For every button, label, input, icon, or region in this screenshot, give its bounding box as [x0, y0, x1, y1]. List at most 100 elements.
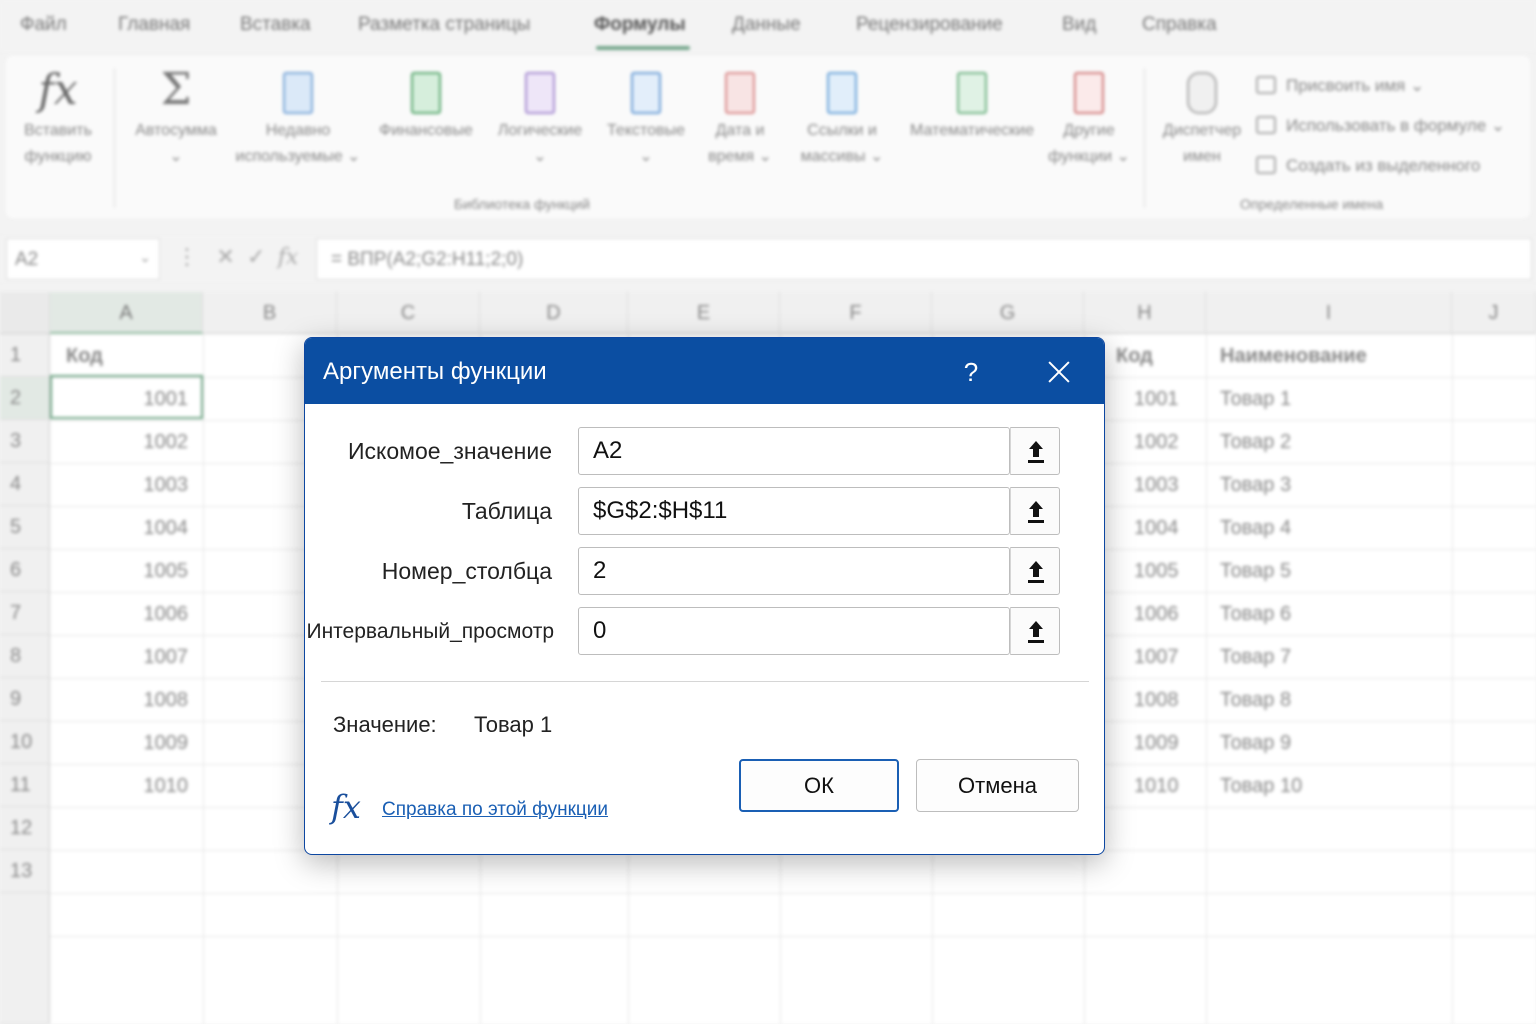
name-manager-button[interactable]: Диспетчер имен [1156, 66, 1248, 170]
recently-used-button[interactable]: Недавно используемые ⌄ [232, 66, 364, 170]
tab-file[interactable]: Файл [20, 14, 67, 36]
row-header-1[interactable]: 1 [0, 334, 50, 377]
cell-i9[interactable]: Товар 8 [1220, 679, 1291, 722]
insert-function-button[interactable]: fx Вставить функцию [18, 66, 98, 170]
cell-i5[interactable]: Товар 4 [1220, 507, 1291, 550]
cell-a10[interactable]: 1009 [50, 722, 189, 765]
col-index-input[interactable] [578, 547, 1010, 595]
row-header-13[interactable]: 13 [0, 850, 50, 893]
collapse-dialog-button[interactable] [1010, 547, 1060, 595]
cell-i7[interactable]: Товар 6 [1220, 593, 1291, 636]
column-header-h[interactable]: H [1084, 292, 1206, 334]
grid-line [1452, 334, 1453, 1024]
tab-view[interactable]: Вид [1062, 14, 1096, 36]
select-all-corner[interactable] [0, 292, 50, 334]
row-header-4[interactable]: 4 [0, 463, 50, 506]
dialog-title-bar[interactable]: Аргументы функции ? [305, 338, 1104, 404]
more-functions-button[interactable]: Другие функции ⌄ [1042, 66, 1136, 170]
cell-h2[interactable]: 1001 [1134, 378, 1179, 421]
cell-i8[interactable]: Товар 7 [1220, 636, 1291, 679]
row-header-9[interactable]: 9 [0, 678, 50, 721]
cell-i4[interactable]: Товар 3 [1220, 464, 1291, 507]
cell-i6[interactable]: Товар 5 [1220, 550, 1291, 593]
cell-i1[interactable]: Наименование [1220, 335, 1367, 378]
row-header-12[interactable]: 12 [0, 807, 50, 850]
autosum-button[interactable]: Σ Автосумма ⌄ [126, 66, 226, 170]
define-name-button[interactable]: Присвоить имя ⌄ [1256, 76, 1424, 96]
column-header-d[interactable]: D [480, 292, 628, 334]
financial-button[interactable]: Финансовые [370, 66, 482, 144]
cell-h6[interactable]: 1005 [1134, 550, 1179, 593]
cell-i2[interactable]: Товар 1 [1220, 378, 1291, 421]
cell-a1[interactable]: Код [66, 335, 103, 378]
cell-a5[interactable]: 1004 [50, 507, 189, 550]
cell-a8[interactable]: 1007 [50, 636, 189, 679]
column-header-b[interactable]: B [203, 292, 337, 334]
column-header-i[interactable]: I [1206, 292, 1452, 334]
cell-a9[interactable]: 1008 [50, 679, 189, 722]
row-header-11[interactable]: 11 [0, 764, 50, 807]
row-header-2[interactable]: 2 [0, 377, 50, 420]
cell-h5[interactable]: 1004 [1134, 507, 1179, 550]
math-trig-button[interactable]: Математические [898, 66, 1046, 144]
tab-insert[interactable]: Вставка [240, 14, 311, 36]
ok-button[interactable]: ОК [739, 759, 899, 812]
cancel-button[interactable]: Отмена [916, 759, 1079, 812]
tab-data[interactable]: Данные [732, 14, 801, 36]
row-header-10[interactable]: 10 [0, 721, 50, 764]
tab-help[interactable]: Справка [1142, 14, 1217, 36]
text-button[interactable]: Текстовые ⌄ [598, 66, 694, 170]
formula-input[interactable]: = ВПР(A2;G2:H11;2;0) [316, 238, 1532, 280]
cell-a4[interactable]: 1003 [50, 464, 189, 507]
cell-h8[interactable]: 1007 [1134, 636, 1179, 679]
name-box[interactable]: A2 ⌄ [6, 238, 160, 280]
cell-a7[interactable]: 1006 [50, 593, 189, 636]
cell-h4[interactable]: 1003 [1134, 464, 1179, 507]
cell-h10[interactable]: 1009 [1134, 722, 1179, 765]
row-header-3[interactable]: 3 [0, 420, 50, 463]
tab-home[interactable]: Главная [118, 14, 190, 36]
date-time-button[interactable]: Дата и время ⌄ [700, 66, 780, 170]
arg-label-lookup-value: Искомое_значение [348, 438, 552, 464]
fx-icon[interactable]: fx [278, 245, 299, 270]
tab-formulas[interactable]: Формулы [594, 14, 686, 36]
cell-i3[interactable]: Товар 2 [1220, 421, 1291, 464]
cancel-entry-icon[interactable]: ✕ [216, 244, 234, 269]
column-header-c[interactable]: C [337, 292, 480, 334]
create-from-selection-button[interactable]: Создать из выделенного [1256, 156, 1480, 176]
cell-a11[interactable]: 1010 [50, 765, 189, 808]
column-header-j[interactable]: J [1452, 292, 1536, 334]
row-header-6[interactable]: 6 [0, 549, 50, 592]
cell-h11[interactable]: 1010 [1134, 765, 1179, 808]
column-header-a[interactable]: A [50, 292, 203, 334]
row-header-5[interactable]: 5 [0, 506, 50, 549]
collapse-dialog-button[interactable] [1010, 607, 1060, 655]
help-button[interactable]: ? [955, 354, 987, 390]
column-header-g[interactable]: G [932, 292, 1084, 334]
logical-button[interactable]: Логические ⌄ [488, 66, 592, 170]
table-array-input[interactable] [578, 487, 1010, 535]
tab-review[interactable]: Рецензирование [856, 14, 1003, 36]
cell-a6[interactable]: 1005 [50, 550, 189, 593]
tab-page-layout[interactable]: Разметка страницы [358, 14, 530, 36]
row-header-7[interactable]: 7 [0, 592, 50, 635]
cell-i11[interactable]: Товар 10 [1220, 765, 1302, 808]
cell-i10[interactable]: Товар 9 [1220, 722, 1291, 765]
cell-h3[interactable]: 1002 [1134, 421, 1179, 464]
collapse-dialog-button[interactable] [1010, 427, 1060, 475]
lookup-value-input[interactable] [578, 427, 1010, 475]
column-header-e[interactable]: E [628, 292, 780, 334]
collapse-dialog-button[interactable] [1010, 487, 1060, 535]
confirm-entry-icon[interactable]: ✓ [247, 244, 265, 269]
function-help-link[interactable]: Справка по этой функции [382, 799, 608, 821]
row-header-8[interactable]: 8 [0, 635, 50, 678]
cell-h9[interactable]: 1008 [1134, 679, 1179, 722]
cell-a3[interactable]: 1002 [50, 421, 189, 464]
range-lookup-input[interactable] [578, 607, 1010, 655]
cell-h1[interactable]: Код [1116, 335, 1153, 378]
cell-h7[interactable]: 1006 [1134, 593, 1179, 636]
use-in-formula-button[interactable]: Использовать в формуле ⌄ [1256, 116, 1505, 136]
lookup-reference-button[interactable]: Ссылки и массивы ⌄ [790, 66, 894, 170]
close-button[interactable] [1041, 354, 1077, 390]
column-header-f[interactable]: F [780, 292, 932, 334]
